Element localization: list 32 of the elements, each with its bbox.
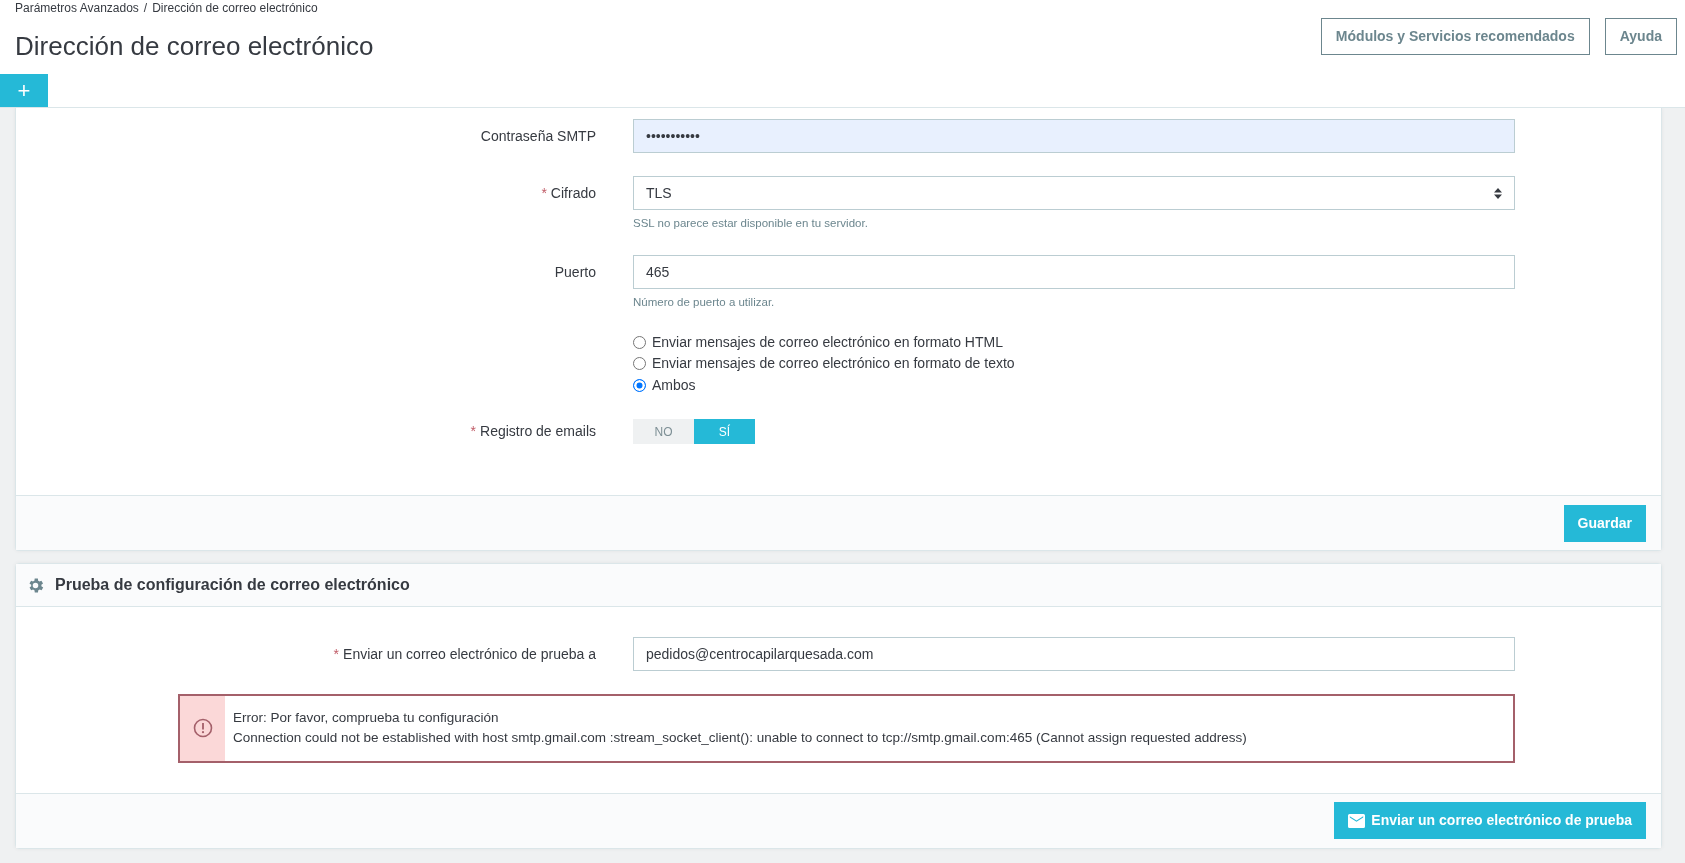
alert-icon (192, 718, 213, 739)
required-mark: * (541, 185, 547, 201)
radio-label[interactable]: Enviar mensajes de correo electrónico en formato de texto (652, 353, 1015, 375)
field-label: Enviar un correo electrónico de prueba a (343, 646, 596, 662)
alert-text: Connection could not be established with host smtp.gmail.com :stream_socket_client(): unable to connect to tcp://smtp.gmail.com:465 (Cannot assign requested address) (233, 729, 1247, 748)
field-label: Registro de emails (480, 423, 596, 439)
password-field[interactable]: ••••••••••• (633, 119, 1515, 153)
field-label: Puerto (553, 263, 596, 283)
field-label: Contraseña SMTP (479, 127, 596, 146)
radio-label[interactable]: Ambos (652, 374, 696, 396)
required-mark: * (333, 646, 340, 662)
field-label: Cifrado (550, 185, 596, 201)
radio-button[interactable] (633, 335, 646, 349)
breadcrumb-separator: / (143, 1, 148, 15)
help-text: Número de puerto a utilizar. (633, 295, 776, 311)
input-field[interactable]: 465 (633, 255, 1515, 290)
page-title: Dirección de correo electrónico (15, 30, 374, 63)
updown-caret-icon (1494, 187, 1502, 199)
breadcrumb-link[interactable]: Parámetros Avanzados (15, 1, 139, 15)
radio-button[interactable] (633, 378, 646, 392)
help-button[interactable]: Ayuda (1604, 18, 1677, 55)
select-field[interactable]: TLS (633, 176, 1515, 210)
radio-button[interactable] (633, 357, 646, 371)
recommended-modules-button[interactable]: Módulos y Servicios recomendados (1320, 18, 1590, 55)
alert-text: Error: Por favor, comprueba tu configuración (233, 709, 500, 727)
panel-title: Prueba de configuración de correo electrónico (55, 575, 410, 595)
breadcrumb-current: Dirección de correo electrónico (152, 1, 318, 15)
envelope-icon (1348, 813, 1366, 828)
radio-label[interactable]: Enviar mensajes de correo electrónico en formato HTML (652, 331, 1003, 353)
help-text: SSL no parece estar disponible en tu servidor. (633, 216, 869, 231)
input-field[interactable]: pedidos@centrocapilarquesada.com (633, 637, 1515, 671)
required-mark: * (470, 423, 477, 439)
